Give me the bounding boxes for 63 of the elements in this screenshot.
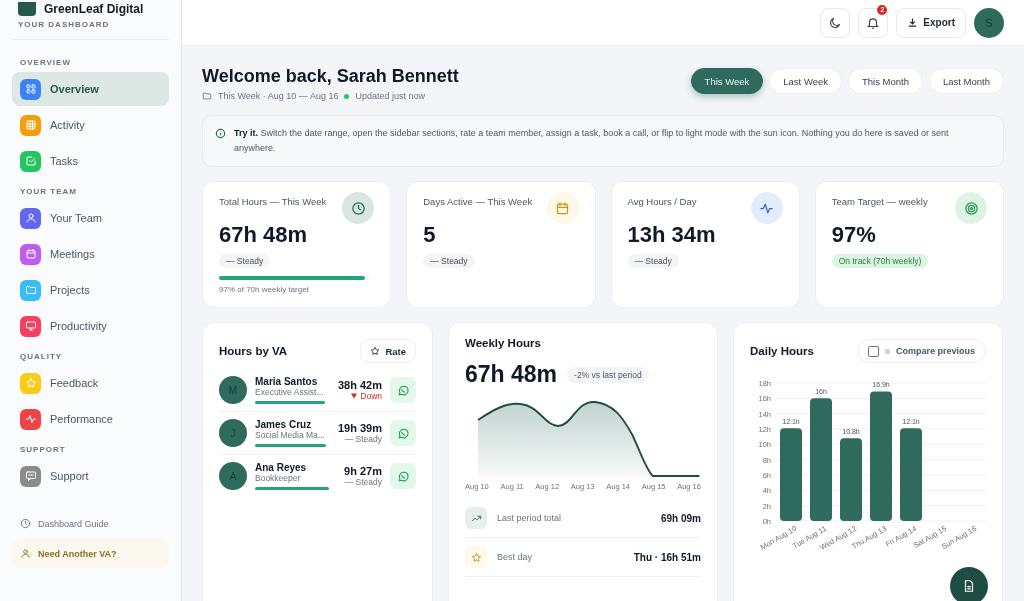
date-range-text: This Week · Aug 10 — Aug 16 [218, 91, 339, 101]
range-tab[interactable]: This Month [848, 68, 923, 94]
stat-value: 97% [831, 222, 877, 248]
page-title: Welcome back, Sarah Bennett [202, 66, 459, 87]
section-heading: YOUR TEAM [19, 186, 78, 198]
sidebar-item[interactable]: Meetings [12, 237, 169, 271]
status-pill: — Steady [423, 254, 475, 268]
stat-label: Total Hours — This Week [219, 196, 327, 209]
guide-link[interactable]: Dashboard Guide [38, 518, 109, 529]
va-name: Ana Reyes [255, 462, 308, 473]
sidebar-item[interactable]: Productivity [12, 309, 169, 343]
va-role: Social Media Ma... [255, 430, 326, 440]
sidebar-item[interactable]: Performance [12, 402, 169, 436]
va-hours: 38h 42m [337, 379, 382, 391]
summary-label: Best day [497, 552, 534, 562]
sidebar-item[interactable]: Overview [12, 72, 169, 106]
stat-value: 13h 34m [627, 222, 717, 248]
export-button[interactable]: Export [896, 7, 966, 38]
stat-note: 97% of 70h weekly target [219, 285, 310, 294]
summary-label: Last period total [497, 513, 563, 523]
summary-value: Thu · 16h 51m [633, 551, 701, 563]
brand-name: GreenLeaf Digital [44, 2, 144, 16]
va-role: Bookkeeper [255, 473, 302, 483]
card-title: Weekly Hours [465, 337, 542, 349]
stat-label: Team Target — weekly [831, 196, 928, 209]
va-name: James Cruz [255, 419, 313, 430]
sidebar-item[interactable]: Activity [12, 108, 169, 142]
sidebar-item[interactable]: Tasks [12, 144, 169, 178]
section-heading: OVERVIEW [19, 57, 72, 69]
va-hours: 19h 39m [337, 422, 382, 434]
stat-value: 67h 48m [219, 222, 309, 248]
stat-label: Days Active — This Week [423, 196, 533, 209]
trend-text: — Steady [344, 434, 382, 444]
weekly-total: 67h 48m [465, 361, 558, 388]
status-pill: On track (70h weekly) [831, 254, 929, 268]
trend-text: Down [360, 391, 382, 401]
sidebar-item[interactable]: Your Team [12, 201, 169, 235]
range-tab[interactable]: Last Week [769, 68, 842, 94]
stat-label: Avg Hours / Day [627, 196, 697, 209]
delta-pill: -2% vs last period [567, 366, 649, 383]
section-heading: SUPPORT [19, 444, 67, 456]
sidebar-item[interactable]: Feedback [12, 366, 169, 400]
va-role: Executive Assist... [255, 387, 325, 397]
cta-link[interactable]: Need Another VA? [12, 539, 169, 568]
status-pill: — Steady [627, 254, 679, 268]
rate-button[interactable]: Rate [360, 339, 416, 363]
brand-subtitle: YOUR DASHBOARD [12, 16, 169, 40]
sidebar-item[interactable]: Projects [12, 273, 169, 307]
status-text: Updated just now [355, 91, 425, 101]
range-tab[interactable]: This Week [690, 68, 764, 94]
summary-value: 69h 09m [660, 512, 701, 524]
va-name: Maria Santos [255, 376, 319, 387]
section-heading: QUALITY [19, 351, 64, 363]
trend-text: — Steady [344, 477, 382, 487]
compare-toggle[interactable]: Compare previous [856, 339, 986, 363]
va-hours: 9h 27m [343, 465, 382, 477]
info-text: Try it. Switch the date range, open the sidebar sections, rate a team member, assign a task, book a call, or flip to light mode with the sun icon. Nothing you do here is saved or sent anywhere. [234, 127, 950, 155]
status-pill: — Steady [219, 254, 271, 268]
sidebar-item[interactable]: Support [12, 459, 169, 493]
card-title: Daily Hours [750, 345, 814, 357]
stat-value: 5 [423, 222, 437, 248]
card-title: Hours by VA [219, 345, 288, 357]
range-tab[interactable]: Last Month [929, 68, 1004, 94]
